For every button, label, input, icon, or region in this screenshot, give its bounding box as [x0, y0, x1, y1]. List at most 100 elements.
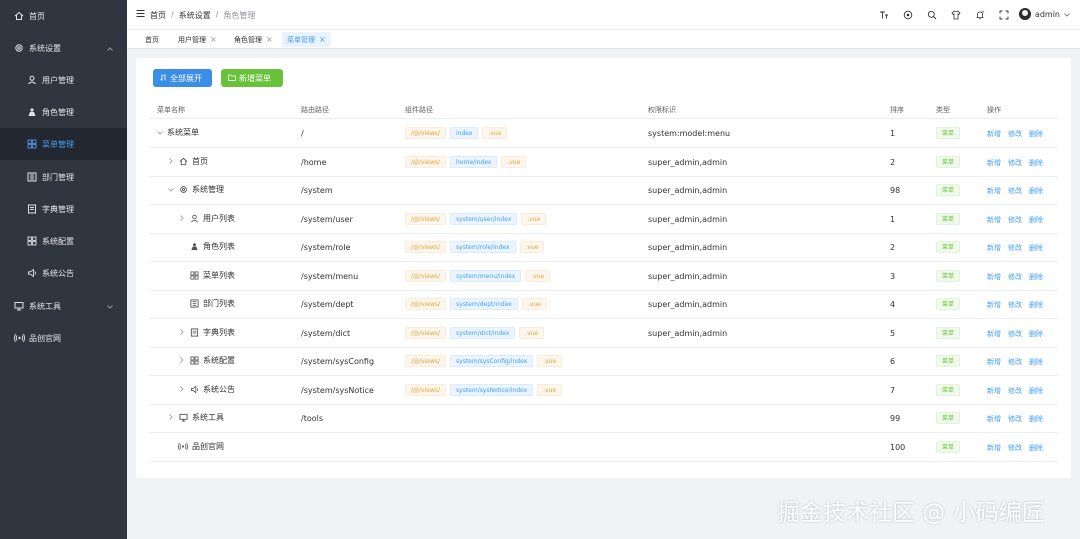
add-button[interactable]: 新增	[987, 386, 1001, 396]
permission: super_admin,admin	[648, 214, 728, 224]
sidebar-item-system-settings[interactable]: 系统设置	[0, 32, 127, 64]
edit-button[interactable]: 修改	[1008, 158, 1022, 168]
add-button[interactable]: 新增	[987, 129, 1001, 139]
tab-menus[interactable]: 菜单管理 ×	[282, 32, 331, 47]
chevron-right-icon[interactable]	[179, 214, 185, 223]
font-size-icon[interactable]	[878, 9, 890, 21]
dict-icon	[26, 203, 38, 215]
add-button[interactable]: 新增	[987, 158, 1001, 168]
add-button[interactable]: 新增	[987, 243, 1001, 253]
tab-roles[interactable]: 角色管理 ×	[229, 32, 278, 47]
delete-button[interactable]: 删除	[1029, 329, 1043, 339]
sidebar-item-sys-config[interactable]: 系统配置	[0, 225, 127, 257]
add-button[interactable]: 新增	[987, 300, 1001, 310]
chevron-down-icon[interactable]	[168, 185, 174, 194]
chevron-right-icon[interactable]	[179, 356, 185, 365]
sidebar-item-departments[interactable]: 部门管理	[0, 161, 127, 193]
user-menu[interactable]: admin	[1018, 8, 1070, 20]
component-ext-tag: .vue	[525, 269, 551, 282]
delete-button[interactable]: 删除	[1029, 300, 1043, 310]
bell-icon[interactable]	[974, 9, 986, 21]
chevron-right-icon[interactable]	[168, 413, 174, 422]
component-path: /@/views/system/dept/index .vue	[405, 298, 547, 310]
hamburger-icon[interactable]	[136, 9, 145, 20]
delete-button[interactable]: 删除	[1029, 129, 1043, 139]
tab-users[interactable]: 用户管理 ×	[173, 32, 222, 47]
table-row: 角色列表/system/role /@/views/system/role/ind…	[149, 233, 1058, 262]
delete-button[interactable]: 删除	[1029, 158, 1043, 168]
top-bar: 首页 / 系统设置 / 角色管理 admin	[127, 0, 1080, 30]
route-path: /system/menu	[301, 271, 359, 281]
close-icon[interactable]: ×	[210, 35, 217, 44]
breadcrumb-home[interactable]: 首页	[150, 10, 166, 21]
edit-button[interactable]: 修改	[1008, 129, 1022, 139]
sidebar-item-website[interactable]: 品创官网	[0, 322, 127, 354]
delete-button[interactable]: 删除	[1029, 357, 1043, 367]
menu-name-cell: 系统公告	[179, 384, 235, 395]
edit-button[interactable]: 修改	[1008, 272, 1022, 282]
delete-button[interactable]: 删除	[1029, 386, 1043, 396]
edit-button[interactable]: 修改	[1008, 414, 1022, 424]
table-row: 系统工具/tools 99 菜单 新增 修改 删除	[149, 404, 1058, 433]
grid-icon	[189, 270, 199, 280]
sidebar-item-dictionary[interactable]: 字典管理	[0, 193, 127, 225]
chevron-right-icon[interactable]	[179, 328, 185, 337]
header-name: 菜单名称	[157, 106, 185, 114]
edit-button[interactable]: 修改	[1008, 186, 1022, 196]
menu-name: 首页	[192, 156, 208, 166]
grid-icon	[189, 356, 199, 366]
delete-button[interactable]: 删除	[1029, 272, 1043, 282]
close-icon[interactable]: ×	[266, 35, 273, 44]
sidebar-item-sys-tools[interactable]: 系统工具	[0, 290, 127, 322]
sidebar-item-users[interactable]: 用户管理	[0, 64, 127, 96]
edit-button[interactable]: 修改	[1008, 357, 1022, 367]
add-button[interactable]: 新增	[987, 414, 1001, 424]
add-menu-button[interactable]: 新增菜单	[221, 69, 283, 87]
chevron-right-icon[interactable]	[179, 385, 185, 394]
edit-button[interactable]: 修改	[1008, 386, 1022, 396]
component-path: /@/views/system/sysNotice/index .vue	[405, 383, 563, 396]
component-prefix-tag: /@/views/	[405, 269, 447, 282]
gear-icon	[178, 185, 188, 195]
shirt-icon[interactable]	[950, 9, 962, 21]
watermark: 掘金技术社区 @ 小码编匠	[777, 500, 1045, 526]
delete-button[interactable]: 删除	[1029, 414, 1043, 424]
fullscreen-icon[interactable]	[998, 9, 1010, 21]
edit-button[interactable]: 修改	[1008, 329, 1022, 339]
chevron-right-icon[interactable]	[168, 157, 174, 166]
delete-button[interactable]: 删除	[1029, 186, 1043, 196]
sidebar-item-sys-notice[interactable]: 系统公告	[0, 257, 127, 289]
breadcrumb-section[interactable]: 系统设置	[179, 10, 211, 21]
menu-name: 系统管理	[192, 185, 224, 194]
chevron-down-icon[interactable]	[157, 128, 163, 137]
sidebar-item-roles[interactable]: 角色管理	[0, 96, 127, 128]
row-actions: 新增 修改 删除	[987, 158, 1043, 168]
sidebar-item-label: 系统工具	[29, 301, 61, 311]
sort-order: 2	[890, 157, 896, 167]
tab-home[interactable]: 首页	[140, 32, 164, 47]
target-icon[interactable]	[902, 9, 914, 21]
delete-button[interactable]: 删除	[1029, 243, 1043, 253]
user-icon	[26, 74, 38, 86]
add-button[interactable]: 新增	[987, 215, 1001, 225]
component-prefix-tag: /@/views/	[405, 298, 447, 310]
expand-all-button[interactable]: 全部展开	[153, 69, 212, 87]
edit-button[interactable]: 修改	[1008, 243, 1022, 253]
add-button[interactable]: 新增	[987, 186, 1001, 196]
delete-button[interactable]: 删除	[1029, 215, 1043, 225]
sidebar-item-label: 首页	[29, 11, 45, 21]
sidebar-item-menus[interactable]: 菜单管理	[0, 128, 127, 160]
edit-button[interactable]: 修改	[1008, 215, 1022, 225]
edit-button[interactable]: 修改	[1008, 443, 1022, 453]
add-button[interactable]: 新增	[987, 272, 1001, 282]
edit-button[interactable]: 修改	[1008, 300, 1022, 310]
add-button[interactable]: 新增	[987, 443, 1001, 453]
search-icon[interactable]	[926, 9, 938, 21]
delete-button[interactable]: 删除	[1029, 443, 1043, 453]
sidebar-item-label: 用户管理	[42, 75, 74, 85]
route-path: /	[301, 129, 304, 138]
add-button[interactable]: 新增	[987, 357, 1001, 367]
sidebar-item-home[interactable]: 首页	[0, 0, 127, 32]
add-button[interactable]: 新增	[987, 329, 1001, 339]
close-icon[interactable]: ×	[319, 35, 326, 44]
